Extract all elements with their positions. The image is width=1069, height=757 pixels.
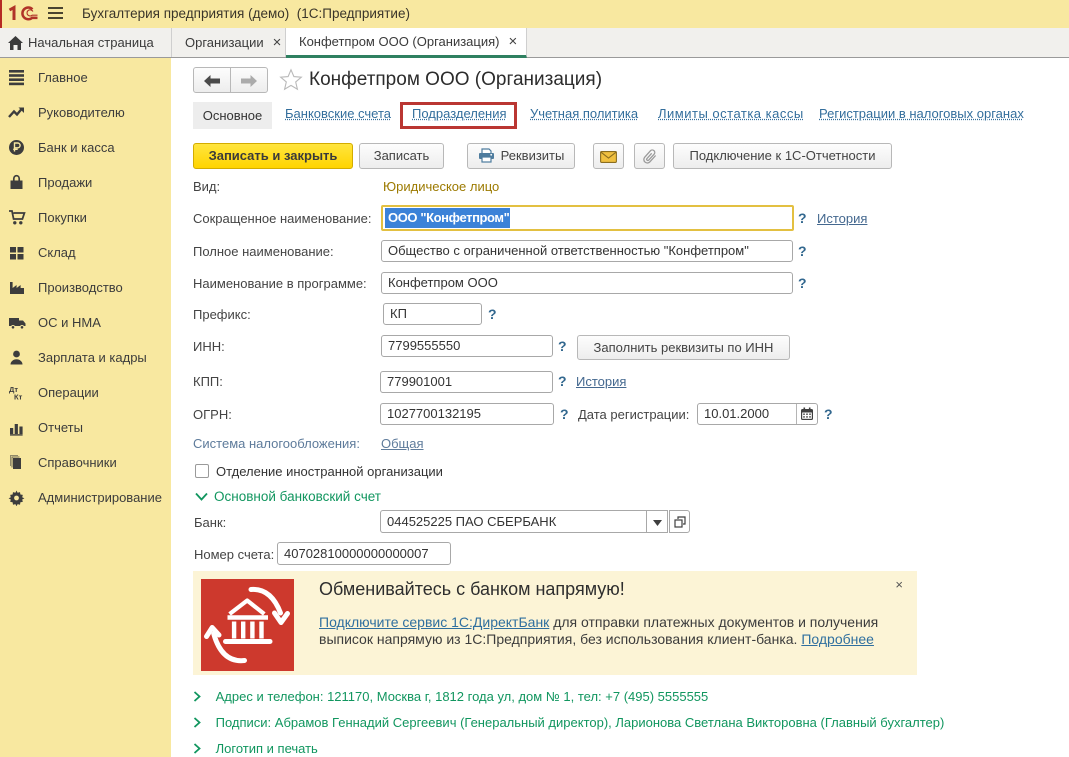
svg-text:Кт: Кт [14, 393, 23, 402]
